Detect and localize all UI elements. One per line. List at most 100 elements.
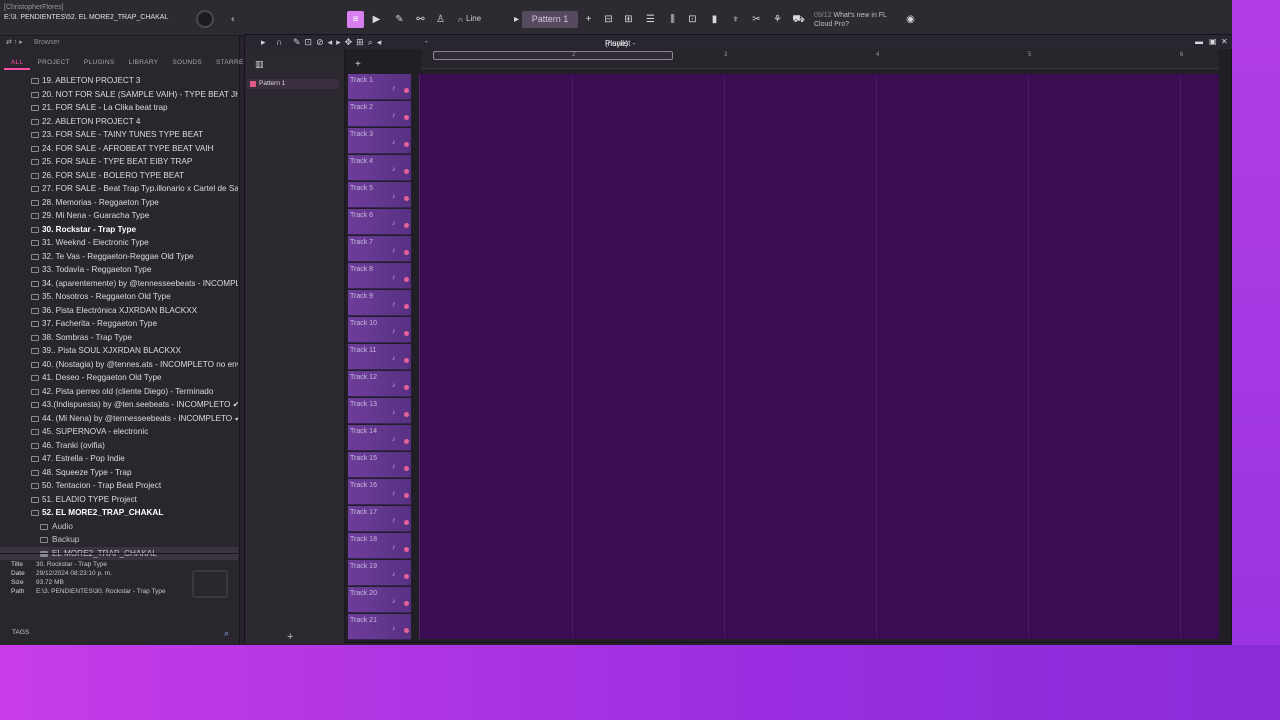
folder-item[interactable]: 37. Facherita - Reggaeton Type (0, 317, 238, 331)
playlist-icon[interactable]: ☰ (642, 11, 659, 28)
track-header[interactable]: Track 14 ♪ (348, 425, 411, 451)
track-header[interactable]: Track 17 ♪ (348, 506, 411, 532)
mute-button[interactable] (404, 250, 409, 255)
folder-item[interactable]: 39.. Pista SOUL XJXRDAN BLACKXX (0, 344, 238, 358)
track-header[interactable]: Track 20 ♪ (348, 587, 411, 613)
track-header[interactable]: Track 4 ♪ (348, 155, 411, 181)
mute-button[interactable] (404, 331, 409, 336)
mute-button[interactable] (404, 439, 409, 444)
folder-item[interactable]: 51. ELADIO TYPE Project (0, 493, 238, 507)
tab-project[interactable]: PROJECT (30, 56, 76, 70)
channel-rack-icon[interactable]: ⊞ (620, 11, 637, 28)
mute-button[interactable] (404, 196, 409, 201)
link-icon[interactable]: ⚯ (412, 11, 429, 28)
folder-item[interactable]: 27. FOR SALE - Beat Trap Typ.illonario x… (0, 182, 238, 196)
close-icon[interactable]: ✕ (1221, 37, 1228, 46)
tags-label[interactable]: TAGS (12, 629, 29, 636)
track-header[interactable]: Track 18 ♪ (348, 533, 411, 559)
track-header[interactable]: Track 9 ♪ (348, 290, 411, 316)
tools-icon[interactable]: ✂ (748, 11, 765, 28)
folder-item[interactable]: 41. Deseo - Reggaeton Old Type (0, 371, 238, 385)
track-header[interactable]: Track 19 ♪ (348, 560, 411, 586)
mute-button[interactable] (404, 520, 409, 525)
folder-item[interactable]: 26. FOR SALE - BOLERO TYPE BEAT (0, 169, 238, 183)
track-header[interactable]: Track 8 ♪ (348, 263, 411, 289)
tab-all[interactable]: ALL (4, 56, 31, 70)
metronome-icon[interactable]: ♙ (432, 11, 449, 28)
folder-item[interactable]: 19. ABLETON PROJECT 3 (0, 74, 238, 88)
plugin-icon[interactable]: ♆ (727, 11, 744, 28)
master-volume-knob[interactable] (196, 10, 214, 28)
mute-button[interactable] (404, 304, 409, 309)
mute-button[interactable] (404, 385, 409, 390)
news-panel[interactable]: 09/12 What's new in FL Cloud Pro? (814, 11, 887, 29)
folder-item[interactable]: 25. FOR SALE - TYPE BEAT EIBY TRAP (0, 155, 238, 169)
track-header[interactable]: Track 1 ♪ (348, 74, 411, 100)
track-header[interactable]: Track 2 ♪ (348, 101, 411, 127)
folder-item[interactable]: 23. FOR SALE - TAINY TUNES TYPE BEAT (0, 128, 238, 142)
folder-item[interactable]: 20. NOT FOR SALE (SAMPLE VAIH) - TYPE BE… (0, 88, 238, 102)
folder-item[interactable]: 29. Mi Nena - Guaracha Type (0, 209, 238, 223)
folder-item[interactable]: 22. ABLETON PROJECT 4 (0, 115, 238, 129)
mute-button[interactable] (404, 601, 409, 606)
track-header[interactable]: Track 12 ♪ (348, 371, 411, 397)
track-header[interactable]: Track 5 ♪ (348, 182, 411, 208)
mute-button[interactable] (404, 628, 409, 633)
mute-button[interactable] (404, 574, 409, 579)
track-header[interactable]: Track 7 ♪ (348, 236, 411, 262)
minimize-icon[interactable]: ▬ (1195, 37, 1203, 46)
track-header[interactable]: Track 13 ♪ (348, 398, 411, 424)
folder-item[interactable]: 45. SUPERNOVA - electronic (0, 425, 238, 439)
globe-icon[interactable]: ◉ (902, 11, 919, 28)
browser-nav-icons[interactable]: ⇄ ↑ ▸ (6, 38, 23, 46)
mixer-icon[interactable]: ⊟ (600, 11, 617, 28)
folder-item[interactable]: 31. Weeknd - Electronic Type (0, 236, 238, 250)
folder-item[interactable]: 48. Squeeze Type - Trap (0, 466, 238, 480)
maximize-icon[interactable]: ▣ (1209, 37, 1217, 46)
track-header[interactable]: Track 10 ♪ (348, 317, 411, 343)
piano-icon[interactable]: ▥ (255, 59, 264, 70)
subfolder-item[interactable]: Backup (0, 533, 238, 547)
folder-item[interactable]: 47. Estrella - Pop Indie (0, 452, 238, 466)
mute-button[interactable] (404, 493, 409, 498)
folder-item[interactable]: 42. Pista perreo old (cliente Diego) - T… (0, 385, 238, 399)
folder-item[interactable]: 28. Memorias - Reggaeton Type (0, 196, 238, 210)
mute-button[interactable] (404, 358, 409, 363)
record-icon[interactable]: ⚘ (769, 11, 786, 28)
mute-button[interactable] (404, 142, 409, 147)
pattern-selector[interactable]: Pattern 1 (522, 11, 578, 28)
add-pattern-icon[interactable]: + (580, 11, 597, 28)
pat-song-toggle[interactable]: ≡ (347, 11, 364, 28)
mute-button[interactable] (404, 277, 409, 282)
folder-item[interactable]: 52. EL MORE2_TRAP_CHAKAL (0, 506, 238, 520)
track-header[interactable]: Track 15 ♪ (348, 452, 411, 478)
playlist-tools[interactable]: ▸ ∩ ✎⊡⊘◂▸✥⊞⌕◂ (261, 37, 385, 48)
pattern-item[interactable]: Pattern 1 (247, 79, 339, 89)
pitch-knob[interactable]: ◖ (224, 11, 241, 28)
folder-item[interactable]: 43.(Indispuesta) by @ten.seebeats - INCO… (0, 398, 238, 412)
folder-item[interactable]: 38. Sombras - Trap Type (0, 331, 238, 345)
folder-item[interactable]: 24. FOR SALE - AFROBEAT TYPE BEAT VAIH (0, 142, 238, 156)
piano-roll-icon[interactable]: ⫼ (664, 11, 681, 28)
mute-button[interactable] (404, 466, 409, 471)
mute-button[interactable] (404, 412, 409, 417)
folder-item[interactable]: 32. Te Vas - Reggaeton-Reggae Old Type (0, 250, 238, 264)
mute-button[interactable] (404, 88, 409, 93)
track-header[interactable]: Track 21 ♪ (348, 614, 411, 640)
arrangement-grid[interactable] (419, 74, 1219, 639)
track-header[interactable]: Track 3 ♪ (348, 128, 411, 154)
subfolder-item[interactable]: Audio (0, 520, 238, 534)
track-header[interactable]: Track 6 ♪ (348, 209, 411, 235)
track-header[interactable]: Track 16 ♪ (348, 479, 411, 505)
play-icon[interactable]: ▶ (368, 11, 385, 28)
track-header[interactable]: Track 11 ♪ (348, 344, 411, 370)
cart-icon[interactable]: ⛟ (790, 11, 807, 28)
add-track-icon[interactable]: + (355, 59, 361, 70)
mute-button[interactable] (404, 169, 409, 174)
stop-icon[interactable]: ✎ (391, 11, 408, 28)
mute-button[interactable] (404, 115, 409, 120)
folder-item[interactable]: 33. Todavía - Reggaeton Type (0, 263, 238, 277)
snap-label[interactable]: Line (466, 14, 481, 23)
folder-item[interactable]: 36. Pista Electrónica XJXRDAN BLACKXX (0, 304, 238, 318)
folder-item[interactable]: 50. Tentacion - Trap Beat Project (0, 479, 238, 493)
